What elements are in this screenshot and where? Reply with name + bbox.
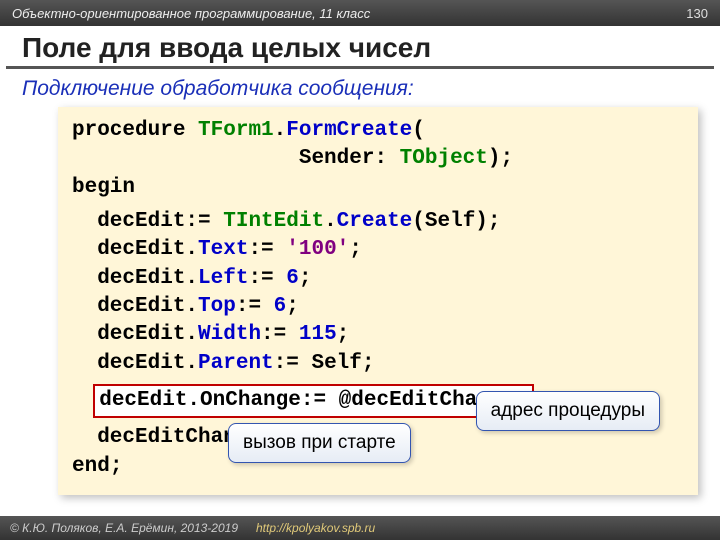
header-bar: Объектно-ориентированное программировани… <box>0 0 720 26</box>
code-line: decEdit.Text:= '100'; <box>72 236 684 264</box>
code-line: decEdit.Parent:= Self; <box>72 350 684 378</box>
code-line: decEdit.Width:= 115; <box>72 321 684 349</box>
copyright: © К.Ю. Поляков, Е.А. Ерёмин, 2013-2019 <box>10 521 238 535</box>
page-number: 130 <box>686 6 708 21</box>
code-line: begin <box>72 174 684 202</box>
code-block: procedure TForm1.FormCreate( Sender: TOb… <box>58 107 698 495</box>
highlight-box: decEdit.OnChange:= @decEditChange; <box>93 384 533 418</box>
callout-startup: вызов при старте <box>228 423 411 463</box>
page-title: Поле для ввода целых чисел <box>6 26 714 69</box>
code-line: procedure TForm1.FormCreate( <box>72 117 684 145</box>
code-line: decEdit.Left:= 6; <box>72 265 684 293</box>
footer-link: http://kpolyakov.spb.ru <box>256 521 375 535</box>
code-line: decEdit.Top:= 6; <box>72 293 684 321</box>
course-name: Объектно-ориентированное программировани… <box>12 6 370 21</box>
callout-address: адрес процедуры <box>476 391 660 431</box>
footer-bar: © К.Ю. Поляков, Е.А. Ерёмин, 2013-2019 h… <box>0 516 720 540</box>
section-subtitle: Подключение обработчика сообщения: <box>0 75 720 107</box>
code-line: Sender: TObject); <box>72 145 684 173</box>
code-line: decEdit:= TIntEdit.Create(Self); <box>72 208 684 236</box>
